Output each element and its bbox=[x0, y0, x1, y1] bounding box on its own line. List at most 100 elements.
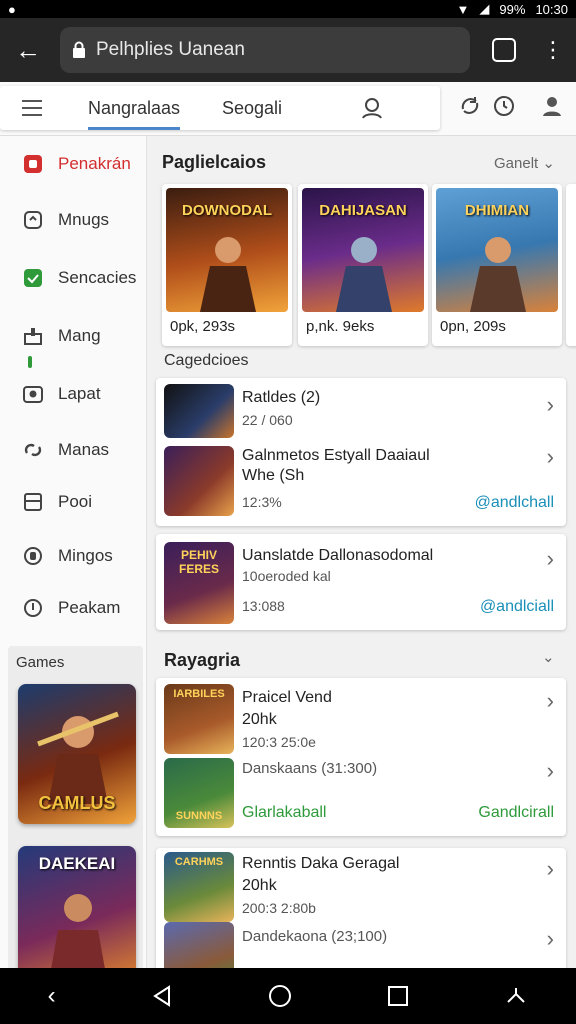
nav-card: Nangralaas Seogali bbox=[0, 86, 440, 130]
item-subtitle: 20hk bbox=[242, 711, 277, 728]
list-item[interactable]: CARHMS Renntis Daka Geragal 20hk 200:3 2… bbox=[156, 848, 566, 926]
item-title: Ratldes (2) bbox=[242, 389, 321, 406]
share-icon[interactable] bbox=[504, 984, 528, 1008]
tab-secondary[interactable]: Seogali bbox=[222, 86, 282, 130]
lock-icon bbox=[73, 41, 85, 58]
active-indicator bbox=[28, 356, 32, 368]
chevron-right-icon: › bbox=[546, 546, 554, 571]
item-tag[interactable]: Glarlakaball bbox=[242, 804, 326, 822]
sidebar-item-label: Mingos bbox=[58, 546, 113, 565]
featured-card[interactable]: DAHIJASAN p,nk. 9eks bbox=[298, 184, 428, 346]
section-title: Paglielcaios bbox=[162, 152, 267, 172]
list-item[interactable]: Ratldes (2) 22 / 060 › bbox=[156, 378, 566, 442]
section-action-label: Ganelt bbox=[494, 155, 539, 172]
thumbnail-title: CARHMS bbox=[174, 856, 224, 868]
sidebar-item-5[interactable]: Lapat bbox=[0, 374, 147, 414]
featured-image: DAHIJASAN bbox=[302, 188, 424, 312]
featured-card-partial[interactable] bbox=[566, 184, 576, 346]
item-title: Renntis Daka Geragal bbox=[242, 855, 400, 872]
category-card: Ratldes (2) 22 / 060 › Galnmetos Estyall… bbox=[156, 378, 566, 526]
thumbnail-title: PEHIV FERES bbox=[178, 548, 219, 576]
item-meta: 13:088 bbox=[242, 598, 285, 614]
featured-banner: DAHIJASAN bbox=[319, 202, 407, 219]
chevron-right-icon: › bbox=[546, 392, 554, 417]
red-square-icon bbox=[22, 153, 44, 175]
list-item[interactable]: Galnmetos Estyall Daaiaul Whe (Sh 12:3% … bbox=[156, 442, 566, 526]
list-item[interactable]: SUNNNS Danskaans (31:300) › Glarlakaball… bbox=[156, 758, 566, 836]
list-item[interactable]: Dandekaona (23;100) › bbox=[156, 922, 566, 968]
sidebar-item-8[interactable]: Mingos bbox=[0, 536, 147, 576]
featured-card[interactable]: DHIMIAN 0pn, 209s bbox=[432, 184, 562, 346]
signal-icon: ◢ bbox=[479, 1, 490, 16]
item-title: Dandekaona (23;100) bbox=[242, 928, 388, 945]
link-icon bbox=[22, 439, 44, 461]
sidebar-item-label: Mang bbox=[58, 326, 101, 345]
item-meta: 200:3 2:80b bbox=[242, 900, 316, 916]
sidebar-item-label: Manas bbox=[58, 440, 110, 459]
triangle-back-icon[interactable] bbox=[151, 985, 173, 1007]
item-subtitle: 10oeroded kal bbox=[242, 568, 331, 584]
item-subtitle: 20hk bbox=[242, 877, 277, 894]
hamburger-menu-icon[interactable] bbox=[22, 100, 42, 116]
overflow-menu-icon[interactable]: ⋮ bbox=[542, 39, 564, 61]
item-link[interactable]: Gandlcirall bbox=[478, 804, 554, 822]
home-icon[interactable] bbox=[268, 984, 292, 1008]
item-title: Praicel Vend bbox=[242, 689, 332, 706]
section-title: Rayagria bbox=[164, 650, 241, 670]
sidebar-item-9[interactable]: Peakam bbox=[0, 588, 147, 628]
sidebar-item-2[interactable]: Mnugs bbox=[0, 200, 147, 240]
camera-icon bbox=[22, 383, 44, 405]
address-bar[interactable]: Pelhplies Uanean bbox=[60, 27, 470, 73]
chevron-down-icon[interactable]: ⌄ bbox=[542, 648, 555, 666]
item-thumbnail: IARBILES bbox=[164, 684, 234, 754]
refresh-icon[interactable] bbox=[458, 94, 482, 118]
sidebar-item-7[interactable]: Pooi bbox=[0, 482, 147, 522]
circle-icon bbox=[22, 545, 44, 567]
featured-card[interactable]: DOWNODAL 0pk, 293s bbox=[162, 184, 292, 346]
item-thumbnail: PEHIV FERES bbox=[164, 542, 234, 624]
back-icon[interactable]: ‹ bbox=[48, 982, 56, 1010]
featured-image: DHIMIAN bbox=[436, 188, 558, 312]
section-action[interactable]: Ganelt ⌄ bbox=[494, 154, 555, 172]
search-user-icon[interactable] bbox=[360, 96, 384, 120]
game-title: DAEKEAI bbox=[38, 854, 116, 873]
featured-banner: DOWNODAL bbox=[182, 202, 272, 219]
item-thumbnail bbox=[164, 384, 234, 438]
item-subtitle: 12:3% bbox=[242, 494, 282, 510]
item-link[interactable]: @andlciall bbox=[480, 598, 554, 616]
item-title: Uanslatde Dallonasodomal bbox=[242, 547, 434, 564]
status-bar: ● ▼ ◢ 99% 10:30 bbox=[0, 0, 576, 18]
thumbnail-title: SUNNNS bbox=[175, 810, 223, 822]
chevron-right-icon: › bbox=[546, 688, 554, 713]
item-meta: 120:3 25:0e bbox=[242, 734, 316, 750]
chevron-right-icon: › bbox=[546, 444, 554, 469]
featured-caption: 0pk, 293s bbox=[170, 318, 236, 335]
chevron-right-icon: › bbox=[546, 926, 554, 951]
sidebar-item-3[interactable]: Sencacies bbox=[0, 258, 147, 298]
main-content: Paglielcaios Ganelt ⌄ DOWNODAL 0pk, 293s… bbox=[148, 136, 576, 968]
tab-switcher-icon[interactable] bbox=[492, 38, 516, 62]
featured-caption: 0pn, 209s bbox=[440, 318, 506, 335]
featured-banner: DHIMIAN bbox=[464, 202, 530, 219]
profile-icon[interactable] bbox=[540, 94, 564, 118]
game-thumbnail[interactable]: CAMLUS bbox=[18, 684, 136, 824]
ranking-card: CARHMS Renntis Daka Geragal 20hk 200:3 2… bbox=[156, 848, 566, 968]
recents-icon[interactable] bbox=[387, 985, 409, 1007]
browser-toolbar: ← Pelhplies Uanean ⋮ bbox=[0, 18, 576, 82]
sidebar-item-4[interactable]: Mang bbox=[0, 316, 147, 356]
clock-icon[interactable] bbox=[492, 94, 516, 118]
sidebar-item-6[interactable]: Manas bbox=[0, 430, 147, 470]
sidebar-item-label: Lapat bbox=[58, 384, 101, 403]
game-thumbnail[interactable]: DAEKEAI bbox=[18, 846, 136, 986]
sidebar-item-1[interactable]: Penakrán bbox=[0, 144, 147, 184]
battery-level: 99% bbox=[499, 1, 526, 17]
list-item[interactable]: IARBILES Praicel Vend 20hk 120:3 25:0e › bbox=[156, 678, 566, 756]
tab-primary[interactable]: Nangralaas bbox=[88, 86, 181, 130]
back-arrow-icon[interactable]: ← bbox=[10, 32, 46, 68]
sidebar-item-label: Sencacies bbox=[58, 268, 137, 287]
thumbnail-title: IARBILES bbox=[173, 688, 225, 700]
url-text: Pelhplies Uanean bbox=[96, 39, 245, 60]
sidebar-item-label: Peakam bbox=[58, 598, 121, 617]
list-item[interactable]: PEHIV FERES Uanslatde Dallonasodomal 10o… bbox=[156, 534, 566, 630]
item-link[interactable]: @andlchall bbox=[475, 494, 554, 512]
